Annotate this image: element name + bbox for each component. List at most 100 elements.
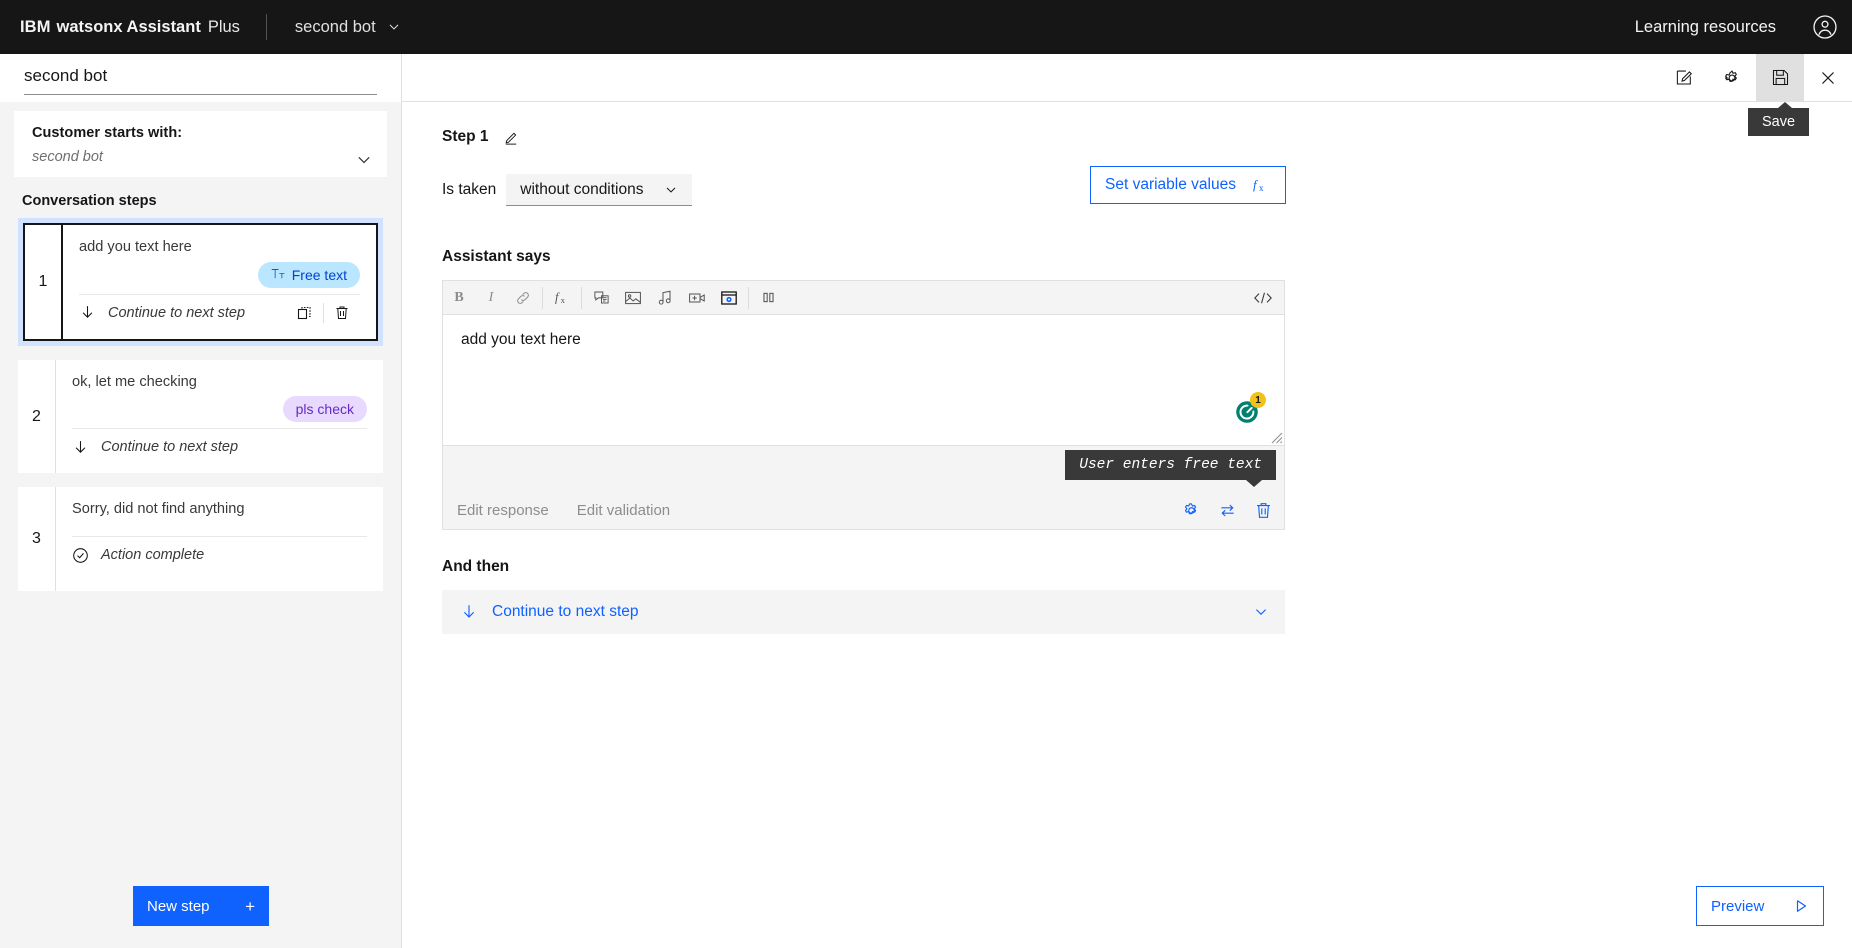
set-variable-values-label: Set variable values	[1105, 176, 1236, 193]
bold-icon[interactable]: B	[443, 281, 475, 314]
save-floppy-icon	[1771, 68, 1790, 87]
settings-button[interactable]	[1708, 54, 1756, 101]
step-footer-label: Action complete	[101, 547, 205, 564]
svg-text:x: x	[560, 295, 565, 305]
customer-starts-with-value: second bot	[32, 149, 103, 165]
step-rename-button[interactable]	[503, 129, 520, 146]
learning-resources-link[interactable]: Learning resources	[1613, 0, 1798, 54]
pencil-icon	[503, 129, 520, 146]
product-brand: IBM watsonx Assistant Plus	[0, 18, 240, 37]
and-then-dropdown[interactable]: Continue to next step	[442, 590, 1285, 634]
bot-selector-label: second bot	[294, 17, 376, 36]
chevron-down-icon[interactable]	[355, 151, 373, 169]
brand-product: watsonx Assistant	[56, 17, 201, 36]
bot-selector[interactable]: second bot	[289, 0, 407, 54]
gear-icon	[1722, 68, 1742, 88]
set-variable-values-button[interactable]: Set variable values f x	[1090, 166, 1286, 204]
step-text: add you text here	[79, 239, 192, 255]
conversation-steps-header: Conversation steps	[22, 193, 157, 209]
new-step-label: New step	[147, 897, 210, 915]
pause-icon[interactable]	[752, 281, 784, 314]
rich-text-editor: B I f x add you text here 1	[442, 280, 1285, 446]
step-footer: Continue to next step	[79, 295, 360, 331]
editor-footer: Edit response Edit validation	[442, 492, 1285, 530]
iframe-icon[interactable]	[713, 281, 745, 314]
step-footer-label: Continue to next step	[101, 439, 239, 456]
step-card-2[interactable]: 2 ok, let me checking pls check Continue…	[18, 359, 383, 474]
play-triangle-icon	[1793, 898, 1809, 914]
fx-icon: f x	[1253, 176, 1271, 194]
and-then-value: Continue to next step	[492, 603, 639, 620]
watsonx-assistant-icon[interactable]: 1	[1232, 392, 1266, 427]
step-footer-label: Continue to next step	[108, 304, 246, 321]
editor-footer-actions	[1180, 500, 1274, 522]
preview-container: Preview	[1696, 886, 1824, 926]
step-number: 3	[18, 487, 56, 592]
response-text-area[interactable]: add you text here 1	[443, 315, 1284, 445]
audio-icon[interactable]	[649, 281, 681, 314]
action-title-container	[0, 54, 401, 102]
editor-header-bar	[402, 54, 1852, 102]
close-button[interactable]	[1804, 54, 1852, 101]
page-title: Step 1	[442, 128, 489, 145]
duplicate-step-button[interactable]	[287, 298, 323, 328]
edit-response-tab[interactable]: Edit response	[457, 502, 549, 519]
top-navigation-bar: IBM watsonx Assistant Plus second bot Le…	[0, 0, 1852, 54]
arrow-down-icon	[460, 603, 478, 621]
free-text-tooltip: User enters free text	[1065, 450, 1276, 487]
edit-validation-tab[interactable]: Edit validation	[577, 502, 670, 519]
json-response-icon[interactable]	[585, 281, 617, 314]
step-header: Step 1	[442, 124, 1852, 150]
user-avatar-icon	[1812, 14, 1838, 40]
assistant-says-label: Assistant says	[442, 248, 551, 265]
response-settings-button[interactable]	[1180, 500, 1202, 522]
delete-step-button[interactable]	[324, 298, 360, 328]
step-editor-main: Step 1 Is taken without conditions Set v…	[402, 102, 1852, 948]
video-icon[interactable]	[681, 281, 713, 314]
step-footer: Continue to next step	[72, 429, 367, 465]
image-icon[interactable]	[617, 281, 649, 314]
nav-divider	[265, 14, 267, 40]
step-tag-pls-check[interactable]: pls check	[282, 396, 367, 423]
link-icon[interactable]	[507, 281, 539, 314]
delete-response-button[interactable]	[1252, 500, 1274, 522]
step-tag-free-text[interactable]: Free text	[257, 261, 360, 288]
close-x-icon	[1818, 68, 1838, 88]
save-tooltip: Save	[1748, 102, 1810, 136]
user-avatar-button[interactable]	[1798, 0, 1852, 54]
chevron-down-icon	[1253, 604, 1269, 620]
top-nav-right-group: Learning resources	[1613, 0, 1852, 54]
fx-icon[interactable]: f x	[546, 281, 578, 314]
italic-icon[interactable]: I	[475, 281, 507, 314]
save-button[interactable]	[1756, 54, 1804, 101]
arrow-down-icon	[72, 439, 89, 456]
edit-action-button[interactable]	[1660, 54, 1708, 101]
free-text-icon	[271, 268, 286, 281]
repeat-response-button[interactable]	[1216, 500, 1238, 522]
step-card-3[interactable]: 3 Sorry, did not find anything Action co…	[18, 487, 383, 592]
code-view-icon[interactable]	[1242, 281, 1284, 314]
free-text-input-zone: User enters free text	[442, 446, 1285, 492]
action-title-input[interactable]	[24, 61, 377, 95]
customer-starts-with-card[interactable]: Customer starts with: second bot	[14, 111, 387, 177]
preview-label: Preview	[1711, 897, 1765, 915]
duplicate-icon	[297, 305, 313, 321]
step-tag-label: pls check	[295, 401, 354, 418]
editor-resize-handle[interactable]	[1269, 430, 1283, 444]
new-step-container: New step +	[0, 886, 402, 926]
repeat-icon	[1218, 501, 1237, 520]
editor-toolbar: B I f x	[443, 281, 1284, 315]
gear-icon	[1182, 501, 1201, 520]
step-text: ok, let me checking	[72, 373, 197, 390]
step-card-1[interactable]: 1 add you text here Free text Continue t…	[18, 218, 383, 346]
edit-pencil-icon	[1675, 68, 1694, 87]
chevron-down-icon	[664, 183, 678, 197]
left-panel: Customer starts with: second bot Convers…	[0, 54, 402, 948]
trash-icon	[334, 305, 350, 321]
new-step-button[interactable]: New step +	[133, 886, 269, 926]
trash-icon	[1254, 501, 1273, 520]
arrow-down-icon	[79, 304, 96, 321]
preview-button[interactable]: Preview	[1696, 886, 1824, 926]
condition-dropdown[interactable]: without conditions	[506, 174, 692, 206]
chevron-down-icon	[387, 20, 401, 34]
